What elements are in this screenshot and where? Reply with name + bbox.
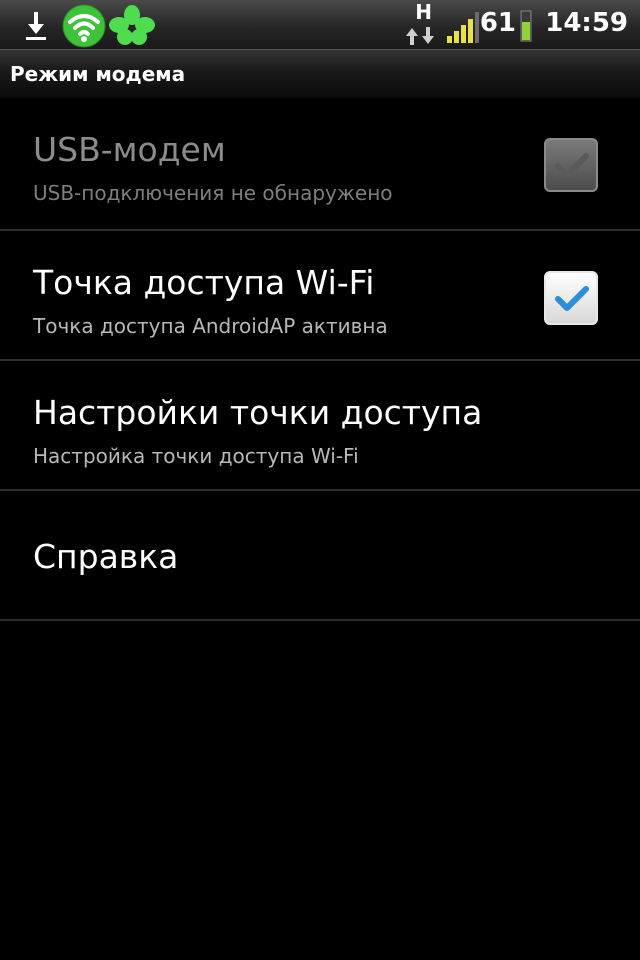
- usb-tethering-checkbox[interactable]: [544, 138, 598, 192]
- pref-wifi-hotspot[interactable]: Точка доступа Wi-Fi Точка доступа Androi…: [0, 231, 640, 361]
- pref-title: Настройки точки доступа: [33, 393, 483, 432]
- status-bar: H 61 14:59: [0, 0, 640, 50]
- battery-level: 61: [479, 8, 516, 38]
- pref-hotspot-settings[interactable]: Настройки точки доступа Настройка точки …: [0, 361, 640, 491]
- clover-icon: [109, 5, 155, 45]
- wifi-hotspot-icon: [62, 4, 106, 48]
- signal-strength-icon: [447, 12, 479, 43]
- pref-summary: Настройка точки доступа Wi-Fi: [33, 444, 359, 468]
- battery-icon: [520, 10, 532, 42]
- pref-summary: Точка доступа AndroidAP активна: [33, 314, 388, 338]
- pref-title: USB-модем: [33, 130, 226, 169]
- title-bar: Режим модема: [0, 50, 640, 98]
- system-status: H 61 14:59: [368, 0, 628, 50]
- download-icon: [26, 12, 46, 40]
- network-type-label: H: [415, 0, 432, 24]
- check-icon: [555, 153, 589, 178]
- page-title: Режим модема: [10, 62, 186, 86]
- wifi-hotspot-checkbox[interactable]: [544, 271, 598, 325]
- pref-summary: USB-подключения не обнаружено: [33, 181, 393, 205]
- check-icon: [555, 286, 589, 311]
- clock: 14:59: [545, 8, 628, 38]
- notification-icons: [24, 4, 156, 48]
- pref-title: Справка: [33, 537, 179, 576]
- preference-list: USB-модем USB-подключения не обнаружено …: [0, 98, 640, 621]
- pref-help[interactable]: Справка: [0, 491, 640, 621]
- pref-title: Точка доступа Wi-Fi: [33, 263, 375, 302]
- data-activity-icon: [406, 27, 434, 45]
- pref-usb-tethering[interactable]: USB-модем USB-подключения не обнаружено: [0, 98, 640, 231]
